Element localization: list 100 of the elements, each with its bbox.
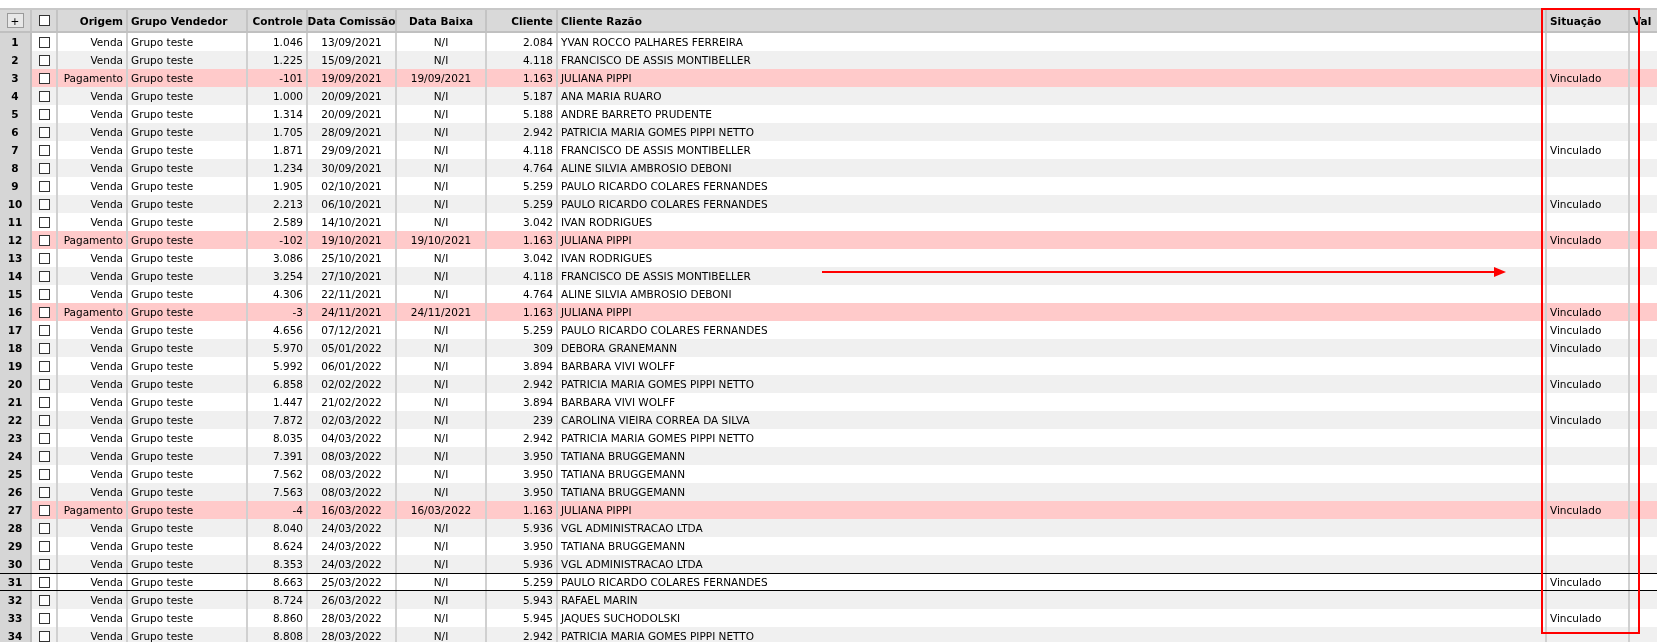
row-checkbox[interactable] <box>38 540 50 552</box>
row-number: 17 <box>0 321 32 339</box>
row-checkbox[interactable] <box>38 180 50 192</box>
table-row[interactable]: 26 Venda Grupo teste 7.563 08/03/2022 N/I 3.950 TATIANA BRUGGEMANN <box>0 483 1657 501</box>
column-header[interactable]: Data Comissão <box>308 10 397 31</box>
row-checkbox[interactable] <box>38 324 50 336</box>
status-cell: Vinculado <box>1550 504 1602 516</box>
row-checkbox[interactable] <box>38 288 50 300</box>
row-number: 11 <box>0 213 32 231</box>
row-number: 28 <box>0 519 32 537</box>
table-row[interactable]: 12 Pagamento Grupo teste -102 19/10/2021 19/10/2021 1.163 JULIANA PIPPI Vinculado <box>0 231 1657 249</box>
row-number: 27 <box>0 501 32 519</box>
row-checkbox[interactable] <box>38 54 50 66</box>
table-row[interactable]: 28 Venda Grupo teste 8.040 24/03/2022 N/I 5.936 VGL ADMINISTRACAO LTDA <box>0 519 1657 537</box>
row-number: 22 <box>0 411 32 429</box>
row-checkbox[interactable] <box>38 558 50 570</box>
row-checkbox[interactable] <box>38 126 50 138</box>
row-checkbox[interactable] <box>38 252 50 264</box>
table-cell: 8.808 <box>248 627 308 642</box>
row-number: 34 <box>0 627 32 642</box>
table-row[interactable]: 10 Venda Grupo teste 2.213 06/10/2021 N/I 5.259 PAULO RICARDO COLARES FERNANDES Vinculado <box>0 195 1657 213</box>
row-number: 2 <box>0 51 32 69</box>
row-checkbox[interactable] <box>38 36 50 48</box>
table-row[interactable]: 30 Venda Grupo teste 8.353 24/03/2022 N/I 5.936 VGL ADMINISTRACAO LTDA <box>0 555 1657 573</box>
table-row[interactable]: 31 Venda Grupo teste 8.663 25/03/2022 N/I 5.259 PAULO RICARDO COLARES FERNANDES Vinculado <box>0 573 1657 591</box>
row-checkbox[interactable] <box>38 612 50 624</box>
table-row[interactable]: 6 Venda Grupo teste 1.705 28/09/2021 N/I 2.942 PATRICIA MARIA GOMES PIPPI NETTO <box>0 123 1657 141</box>
column-header[interactable]: Grupo Vendedor <box>128 10 248 31</box>
row-number: 31 <box>0 574 32 590</box>
row-number: 18 <box>0 339 32 357</box>
row-checkbox[interactable] <box>38 198 50 210</box>
row-checkbox[interactable] <box>38 90 50 102</box>
row-number: 20 <box>0 375 32 393</box>
table-row[interactable]: 32 Venda Grupo teste 8.724 26/03/2022 N/I 5.943 RAFAEL MARIN <box>0 591 1657 609</box>
table-cell: Grupo teste <box>128 627 248 642</box>
row-checkbox[interactable] <box>38 360 50 372</box>
row-number: 21 <box>0 393 32 411</box>
row-checkbox[interactable] <box>38 144 50 156</box>
row-number: 15 <box>0 285 32 303</box>
row-checkbox[interactable] <box>38 342 50 354</box>
table-row[interactable]: 34 Venda Grupo teste 8.808 28/03/2022 N/I 2.942 PATRICIA MARIA GOMES PIPPI NETTO <box>0 627 1657 642</box>
column-header[interactable]: Controle <box>248 10 308 31</box>
row-number: 23 <box>0 429 32 447</box>
row-number: 13 <box>0 249 32 267</box>
row-number: 10 <box>0 195 32 213</box>
row-number: 3 <box>0 69 32 87</box>
row-checkbox[interactable] <box>38 396 50 408</box>
table-row[interactable]: 16 Pagamento Grupo teste -3 24/11/2021 24/11/2021 1.163 JULIANA PIPPI Vinculado <box>0 303 1657 321</box>
table-row[interactable]: 18 Venda Grupo teste 5.970 05/01/2022 N/I 309 DEBORA GRANEMANN Vinculado <box>0 339 1657 357</box>
column-header[interactable]: Data Baixa <box>397 10 487 31</box>
table-row[interactable]: 27 Pagamento Grupo teste -4 16/03/2022 16/03/2022 1.163 JULIANA PIPPI Vinculado <box>0 501 1657 519</box>
table-row[interactable]: 14 Venda Grupo teste 3.254 27/10/2021 N/I 4.118 FRANCISCO DE ASSIS MONTIBELLER <box>0 267 1657 285</box>
row-checkbox[interactable] <box>38 594 50 606</box>
row-checkbox[interactable] <box>38 630 50 642</box>
row-checkbox[interactable] <box>38 378 50 390</box>
row-checkbox[interactable] <box>38 576 50 588</box>
row-checkbox[interactable] <box>38 162 50 174</box>
table-cell: 28/03/2022 <box>308 627 397 642</box>
expand-button[interactable]: + <box>6 13 24 28</box>
column-header[interactable]: Situação <box>1547 10 1630 31</box>
row-number: 4 <box>0 87 32 105</box>
row-checkbox[interactable] <box>38 414 50 426</box>
row-checkbox[interactable] <box>38 432 50 444</box>
status-cell: Vinculado <box>1550 576 1602 588</box>
row-checkbox[interactable] <box>38 234 50 246</box>
table-row[interactable]: 22 Venda Grupo teste 7.872 02/03/2022 N/I 239 CAROLINA VIEIRA CORREA DA SILVA Vinculado <box>0 411 1657 429</box>
table-row[interactable]: 24 Venda Grupo teste 7.391 08/03/2022 N/I 3.950 TATIANA BRUGGEMANN <box>0 447 1657 465</box>
row-number: 16 <box>0 303 32 321</box>
row-checkbox[interactable] <box>38 450 50 462</box>
row-checkbox[interactable] <box>38 72 50 84</box>
row-number: 29 <box>0 537 32 555</box>
table-row[interactable]: 4 Venda Grupo teste 1.000 20/09/2021 N/I 5.187 ANA MARIA RUARO <box>0 87 1657 105</box>
column-header[interactable]: Origem <box>58 10 128 31</box>
row-number: 12 <box>0 231 32 249</box>
table-row[interactable]: 3 Pagamento Grupo teste -101 19/09/2021 19/09/2021 1.163 JULIANA PIPPI Vinculado <box>0 69 1657 87</box>
row-number: 32 <box>0 591 32 609</box>
table-row[interactable]: 8 Venda Grupo teste 1.234 30/09/2021 N/I 4.764 ALINE SILVIA AMBROSIO DEBONI <box>0 159 1657 177</box>
column-header[interactable]: Cliente Razão <box>558 10 1547 31</box>
status-cell: Vinculado <box>1550 342 1602 354</box>
row-number: 5 <box>0 105 32 123</box>
status-cell: Vinculado <box>1550 324 1602 336</box>
row-checkbox[interactable] <box>38 522 50 534</box>
table-cell: PATRICIA MARIA GOMES PIPPI NETTO <box>558 627 1547 642</box>
row-checkbox[interactable] <box>38 216 50 228</box>
row-checkbox[interactable] <box>38 306 50 318</box>
row-checkbox[interactable] <box>38 108 50 120</box>
row-checkbox[interactable] <box>38 504 50 516</box>
row-checkbox[interactable] <box>38 468 50 480</box>
row-number: 25 <box>0 465 32 483</box>
row-number: 33 <box>0 609 32 627</box>
select-all-checkbox[interactable] <box>38 15 50 26</box>
status-cell: Vinculado <box>1550 414 1602 426</box>
table-row[interactable]: 2 Venda Grupo teste 1.225 15/09/2021 N/I 4.118 FRANCISCO DE ASSIS MONTIBELLER <box>0 51 1657 69</box>
column-header[interactable]: Cliente <box>487 10 558 31</box>
row-checkbox[interactable] <box>38 270 50 282</box>
table-row[interactable]: 20 Venda Grupo teste 6.858 02/02/2022 N/I 2.942 PATRICIA MARIA GOMES PIPPI NETTO Vinculado <box>0 375 1657 393</box>
row-number: 1 <box>0 33 32 51</box>
row-checkbox[interactable] <box>38 486 50 498</box>
table-cell: N/I <box>397 627 487 642</box>
status-cell: Vinculado <box>1550 306 1602 318</box>
